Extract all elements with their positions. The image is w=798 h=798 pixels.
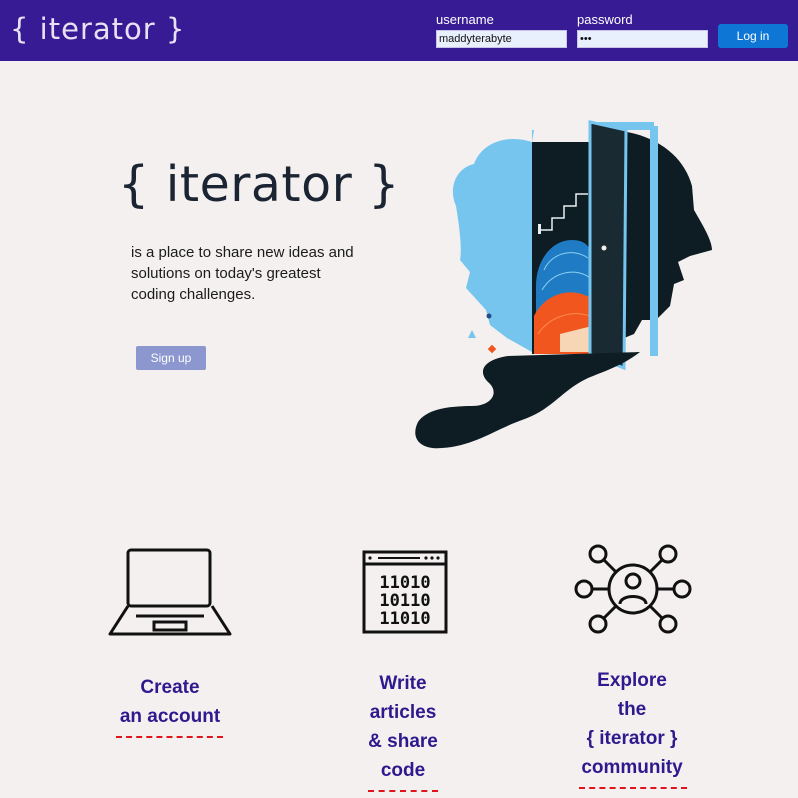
username-input[interactable] xyxy=(436,30,567,48)
login-button[interactable]: Log in xyxy=(718,24,788,48)
laptop-icon xyxy=(108,548,232,636)
svg-text:11010: 11010 xyxy=(379,573,430,593)
feature-text-line: code xyxy=(380,760,426,781)
site-logo[interactable]: { iterator } xyxy=(10,12,185,46)
create-account-underline xyxy=(116,736,223,738)
feature-text-line: & share xyxy=(368,731,438,752)
svg-text:10110: 10110 xyxy=(379,591,430,611)
feature-text-line: articles xyxy=(369,702,437,723)
password-input[interactable] xyxy=(577,30,708,48)
feature-text-line: Create xyxy=(140,677,200,698)
write-articles-underline xyxy=(368,790,438,792)
feature-text-line: an account xyxy=(119,706,221,727)
explore-community-underline xyxy=(579,787,687,789)
community-network-icon xyxy=(574,544,692,634)
hero-title: { iterator } xyxy=(118,156,400,213)
head-door-illustration xyxy=(415,120,712,449)
feature-explore-community[interactable]: Explore the { iterator } community xyxy=(557,666,707,782)
feature-write-articles[interactable]: Write articles & share code xyxy=(333,669,473,785)
feature-text-line: the xyxy=(617,699,647,720)
username-label: username xyxy=(436,12,494,27)
feature-text-line: Explore xyxy=(597,670,667,691)
feature-text-line: Write xyxy=(379,673,427,694)
feature-text-line: community xyxy=(581,757,683,778)
password-label: password xyxy=(577,12,633,27)
feature-text-line: { iterator } xyxy=(586,728,678,749)
binary-code-window-icon: 11010 10110 11010 xyxy=(362,550,448,634)
svg-text:11010: 11010 xyxy=(379,609,430,629)
feature-create-account[interactable]: Create an account xyxy=(100,673,240,731)
signup-button[interactable]: Sign up xyxy=(136,346,206,370)
top-navigation-bar: { iterator } username password Log in xyxy=(0,0,798,61)
hero-tagline: is a place to share new ideas and soluti… xyxy=(131,244,354,303)
